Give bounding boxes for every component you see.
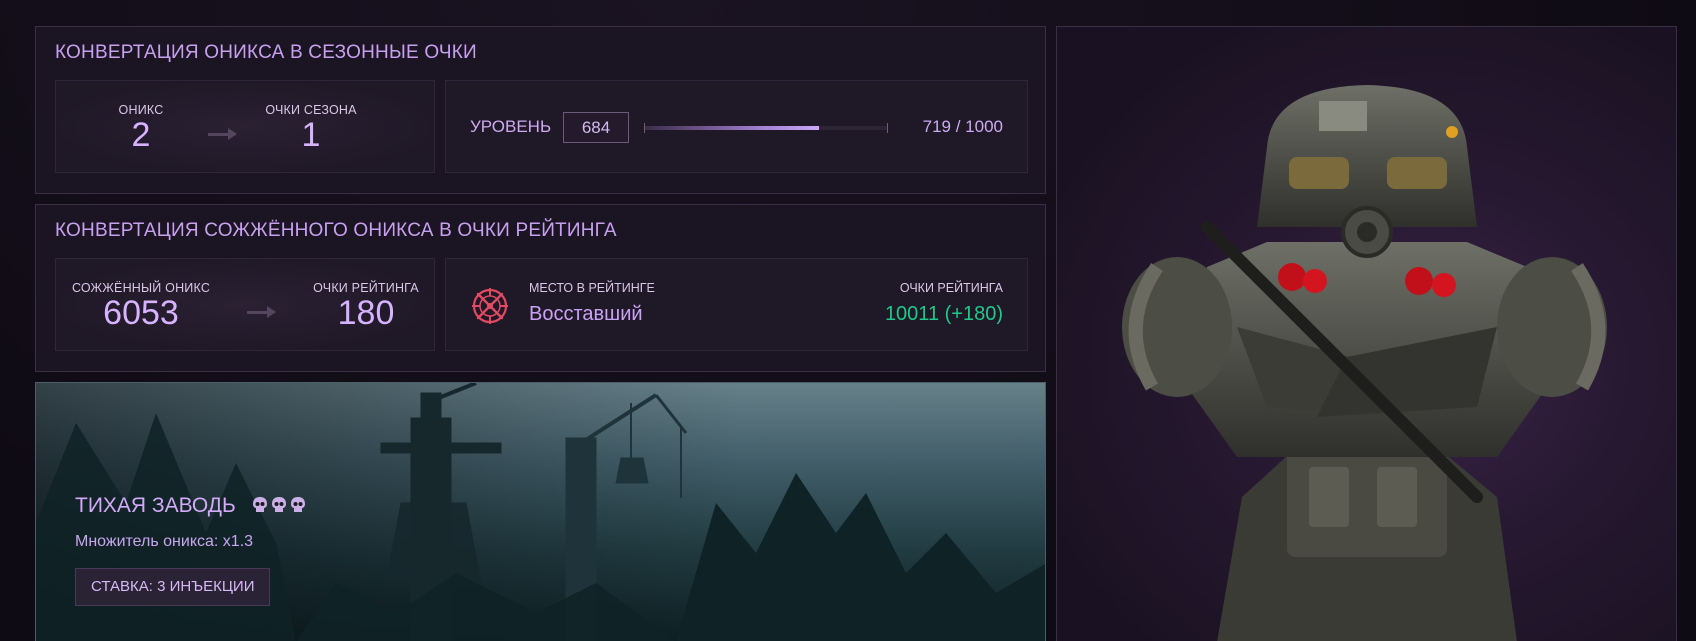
season-level-box: УРОВЕНЬ 684 719 / 1000 [445, 80, 1028, 173]
season-points-label: ОЧКИ СЕЗОНА [265, 103, 357, 117]
burned-conversion-title: КОНВЕРТАЦИЯ СОЖЖЁННОГО ОНИКСА В ОЧКИ РЕЙ… [55, 220, 617, 241]
level-progress-bar [644, 123, 888, 133]
onyx-label: ОНИКС [118, 103, 164, 117]
onyx-conversion-title: КОНВЕРТАЦИЯ ОНИКСА В СЕЗОННЫЕ ОЧКИ [55, 42, 477, 63]
arrow-right-icon [208, 128, 238, 140]
onyx-multiplier: Множитель оникса: x1.3 [75, 533, 254, 550]
season-points-stat: ОЧКИ СЕЗОНА 1 [256, 103, 366, 153]
progress-cap-left [644, 123, 645, 133]
onyx-value: 2 [131, 116, 151, 154]
mode-map-card[interactable]: ТИХАЯ ЗАВОДЬ Множитель оникса: x1.3 СТАВ… [35, 382, 1046, 641]
onyx-stat: ОНИКС 2 [106, 103, 176, 153]
level-label: УРОВЕНЬ [470, 117, 552, 136]
level-progress-text: 719 / 1000 [922, 117, 1003, 136]
arrow-right-icon [247, 306, 277, 318]
rank-place-value: Восставший [529, 303, 643, 325]
burned-conversion-box: СОЖЖЁННЫЙ ОНИКС 6053 ОЧКИ РЕЙТИНГА 180 [55, 258, 435, 351]
skull-icon [253, 497, 267, 512]
onyx-conversion-box: ОНИКС 2 ОЧКИ СЕЗОНА 1 [55, 80, 435, 173]
rating-points-value: 180 [337, 294, 395, 332]
skull-icon [291, 497, 305, 512]
rank-points-label: ОЧКИ РЕЙТИНГА [899, 281, 1003, 295]
character-preview-panel [1056, 26, 1677, 641]
rank-place-label: МЕСТО В РЕЙТИНГЕ [529, 281, 655, 295]
rating-points-label: ОЧКИ РЕЙТИНГА [313, 281, 419, 295]
rating-points-stat: ОЧКИ РЕЙТИНГА 180 [306, 281, 426, 331]
burned-onyx-stat: СОЖЖЁННЫЙ ОНИКС 6053 [66, 281, 216, 331]
conversion-screen: КОНВЕРТАЦИЯ ОНИКСА В СЕЗОННЫЕ ОЧКИ ОНИКС… [0, 0, 1696, 641]
rank-emblem-icon [470, 286, 510, 326]
burned-conversion-panel: КОНВЕРТАЦИЯ СОЖЖЁННОГО ОНИКСА В ОЧКИ РЕЙ… [35, 204, 1046, 372]
level-progress-fill [644, 126, 820, 130]
season-points-value: 1 [301, 116, 321, 154]
burned-onyx-value: 6053 [103, 294, 179, 332]
progress-cap-right [887, 123, 888, 133]
rank-points-value: 10011 (+180) [884, 303, 1003, 325]
difficulty-skulls [252, 496, 306, 514]
burned-onyx-label: СОЖЖЁННЫЙ ОНИКС [71, 281, 211, 295]
level-value: 684 [563, 112, 629, 143]
rating-rank-box: МЕСТО В РЕЙТИНГЕ Восставший ОЧКИ РЕЙТИНГ… [445, 258, 1028, 351]
bet-badge[interactable]: СТАВКА: 3 ИНЪЕКЦИИ [75, 568, 271, 606]
character-model [1122, 85, 1607, 641]
skull-icon [272, 497, 286, 512]
onyx-conversion-panel: КОНВЕРТАЦИЯ ОНИКСА В СЕЗОННЫЕ ОЧКИ ОНИКС… [35, 26, 1046, 194]
mode-name: ТИХАЯ ЗАВОДЬ [75, 494, 236, 517]
